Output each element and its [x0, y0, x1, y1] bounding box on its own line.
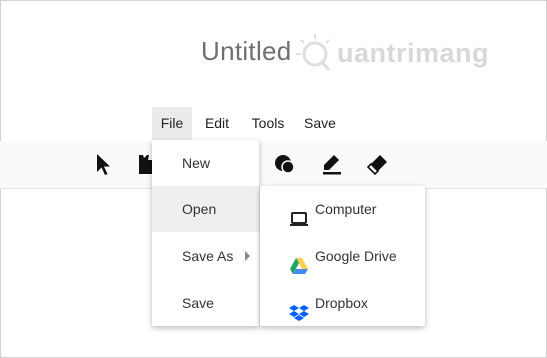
open-google-drive-label: Google Drive	[315, 248, 397, 264]
dropbox-icon	[289, 294, 309, 321]
eraser-icon[interactable]	[366, 152, 390, 176]
watermark-logo: uantrimang	[293, 30, 505, 78]
open-computer-label: Computer	[315, 201, 377, 217]
file-menu-new-label: New	[182, 155, 211, 171]
pen-icon[interactable]	[320, 152, 344, 176]
open-submenu: Computer Google Drive Dropbox	[260, 186, 425, 326]
open-dropbox-label: Dropbox	[315, 295, 368, 311]
open-computer[interactable]: Computer	[260, 186, 425, 232]
file-menu-save-as-label: Save As	[182, 248, 234, 264]
file-menu-open-label: Open	[182, 201, 217, 217]
file-menu-save-as[interactable]: Save As	[152, 233, 259, 279]
file-menu-open[interactable]: Open	[152, 186, 259, 232]
file-menu-new[interactable]: New	[152, 140, 259, 186]
watermark-text: uantrimang	[337, 38, 490, 68]
menu-edit[interactable]: Edit	[198, 107, 236, 140]
menu-save[interactable]: Save	[301, 107, 339, 140]
file-menu-dropdown: New Open Save As Save	[152, 140, 259, 326]
document-title[interactable]: Untitled	[201, 36, 292, 67]
laptop-icon	[289, 200, 309, 226]
cursor-icon[interactable]	[92, 152, 116, 176]
chevron-right-icon	[245, 251, 250, 261]
shape-fill-icon[interactable]	[272, 152, 296, 176]
menu-file[interactable]: File	[152, 107, 192, 140]
file-menu-save[interactable]: Save	[152, 280, 259, 326]
open-google-drive[interactable]: Google Drive	[260, 233, 425, 279]
google-drive-icon	[289, 247, 309, 274]
menu-tools[interactable]: Tools	[247, 107, 289, 140]
open-dropbox[interactable]: Dropbox	[260, 280, 425, 326]
watermark-sun-icon	[296, 34, 331, 71]
file-menu-save-label: Save	[182, 295, 214, 311]
